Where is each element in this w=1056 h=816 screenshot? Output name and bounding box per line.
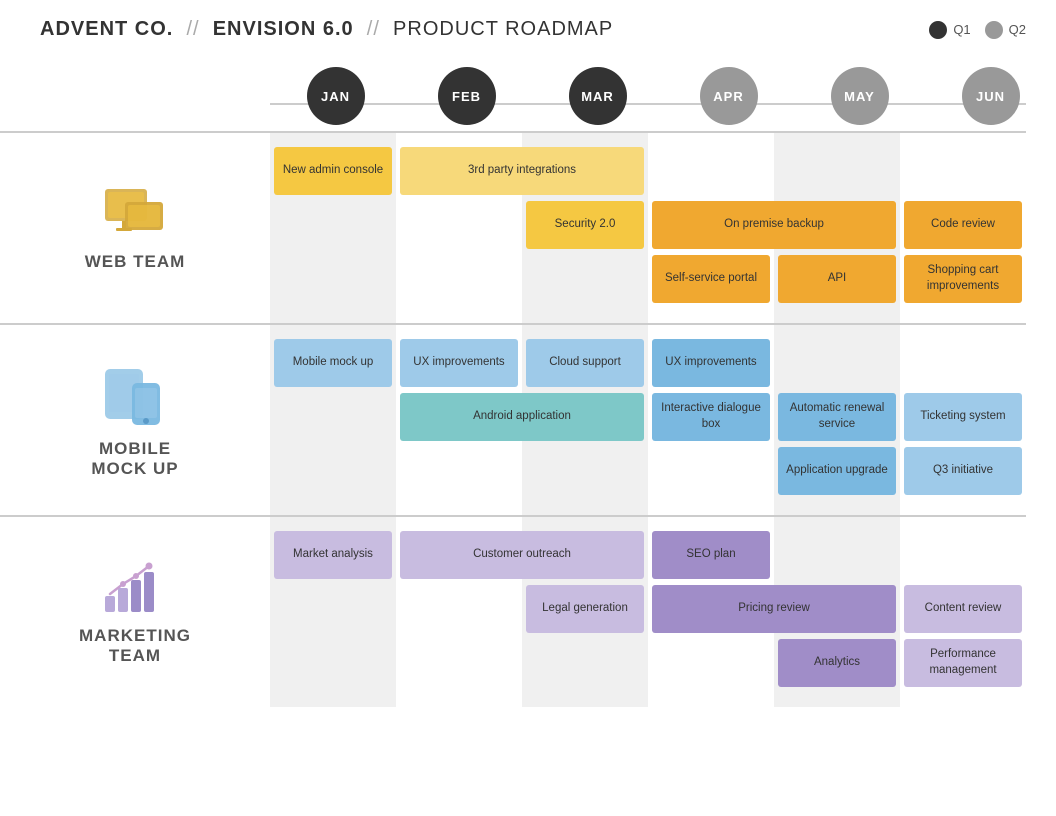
task-block: Q3 initiative — [904, 447, 1022, 495]
timeline: JAN FEB MAR APR MAY JUN — [0, 51, 1056, 131]
teams-area: WEB TEAM New admin console3rd party integ… — [0, 131, 1056, 707]
month-apr: APR — [663, 67, 794, 125]
sep1: // — [186, 18, 199, 40]
task-block: Pricing review — [652, 585, 896, 633]
team-label-text: WEB TEAM — [85, 252, 186, 272]
header: ADVENT CO. // ENVISION 6.0 // PRODUCT RO… — [0, 0, 1056, 51]
team-label-text: MARKETING TEAM — [79, 626, 191, 666]
month-circle-apr: APR — [700, 67, 758, 125]
task-block: On premise backup — [652, 201, 896, 249]
month-circle-may: MAY — [831, 67, 889, 125]
task-block: Interactive dialogue box — [652, 393, 770, 441]
q1-dot — [929, 21, 947, 39]
team-label-marketing-team: MARKETING TEAM — [0, 517, 270, 707]
task-block: Security 2.0 — [526, 201, 644, 249]
mobile-team-icon — [100, 361, 170, 431]
months-row: JAN FEB MAR APR MAY JUN — [0, 51, 1056, 131]
tasks-area-web-team: New admin console3rd party integrations S… — [270, 133, 1026, 323]
team-row-web-team: WEB TEAM New admin console3rd party integ… — [0, 131, 1026, 323]
month-circle-mar: MAR — [569, 67, 627, 125]
task-block: UX improvements — [652, 339, 770, 387]
task-block: Market analysis — [274, 531, 392, 579]
task-block: Self-service portal — [652, 255, 770, 303]
team-row-mobile-mock-up: MOBILE MOCK UPMobile mock upUX improveme… — [0, 323, 1026, 515]
task-block: Code review — [904, 201, 1022, 249]
task-block: New admin console — [274, 147, 392, 195]
task-block: SEO plan — [652, 531, 770, 579]
company-name: ADVENT CO. — [40, 18, 173, 40]
month-jan: JAN — [270, 67, 401, 125]
page: ADVENT CO. // ENVISION 6.0 // PRODUCT RO… — [0, 0, 1056, 816]
tasks-area-mobile-mock-up: Mobile mock upUX improvementsCloud suppo… — [270, 325, 1026, 515]
q2-dot — [985, 21, 1003, 39]
subtitle: PRODUCT ROADMAP — [393, 18, 613, 40]
task-block: Cloud support — [526, 339, 644, 387]
legend-q1: Q1 — [929, 21, 970, 39]
q1-label: Q1 — [953, 22, 970, 37]
page-title: ADVENT CO. // ENVISION 6.0 // PRODUCT RO… — [40, 18, 613, 41]
task-block: Content review — [904, 585, 1022, 633]
task-block: Legal generation — [526, 585, 644, 633]
legend-q2: Q2 — [985, 21, 1026, 39]
team-label-mobile-mock-up: MOBILE MOCK UP — [0, 325, 270, 515]
web-team-icon — [100, 184, 170, 244]
task-block: Automatic renewal service — [778, 393, 896, 441]
month-mar: MAR — [532, 67, 663, 125]
month-jun: JUN — [925, 67, 1056, 125]
task-block: Mobile mock up — [274, 339, 392, 387]
sep2: // — [367, 18, 380, 40]
q2-label: Q2 — [1009, 22, 1026, 37]
task-block: Analytics — [778, 639, 896, 687]
month-circle-jan: JAN — [307, 67, 365, 125]
task-block: Android application — [400, 393, 644, 441]
month-circle-jun: JUN — [962, 67, 1020, 125]
month-feb: FEB — [401, 67, 532, 125]
task-block: UX improvements — [400, 339, 518, 387]
task-block: 3rd party integrations — [400, 147, 644, 195]
task-block: Performance management — [904, 639, 1022, 687]
task-block: Customer outreach — [400, 531, 644, 579]
team-row-marketing-team: MARKETING TEAM Market analysisCustomer ou… — [0, 515, 1026, 707]
marketing-team-icon — [100, 558, 170, 618]
team-label-text: MOBILE MOCK UP — [91, 439, 178, 479]
team-label-web-team: WEB TEAM — [0, 133, 270, 323]
month-may: MAY — [794, 67, 925, 125]
task-block: API — [778, 255, 896, 303]
task-block: Application upgrade — [778, 447, 896, 495]
task-block: Shopping cart improvements — [904, 255, 1022, 303]
product-name: ENVISION 6.0 — [213, 18, 354, 40]
legend: Q1 Q2 — [929, 21, 1026, 39]
tasks-area-marketing-team: Market analysisCustomer outreachSEO plan… — [270, 517, 1026, 707]
task-block: Ticketing system — [904, 393, 1022, 441]
month-circle-feb: FEB — [438, 67, 496, 125]
